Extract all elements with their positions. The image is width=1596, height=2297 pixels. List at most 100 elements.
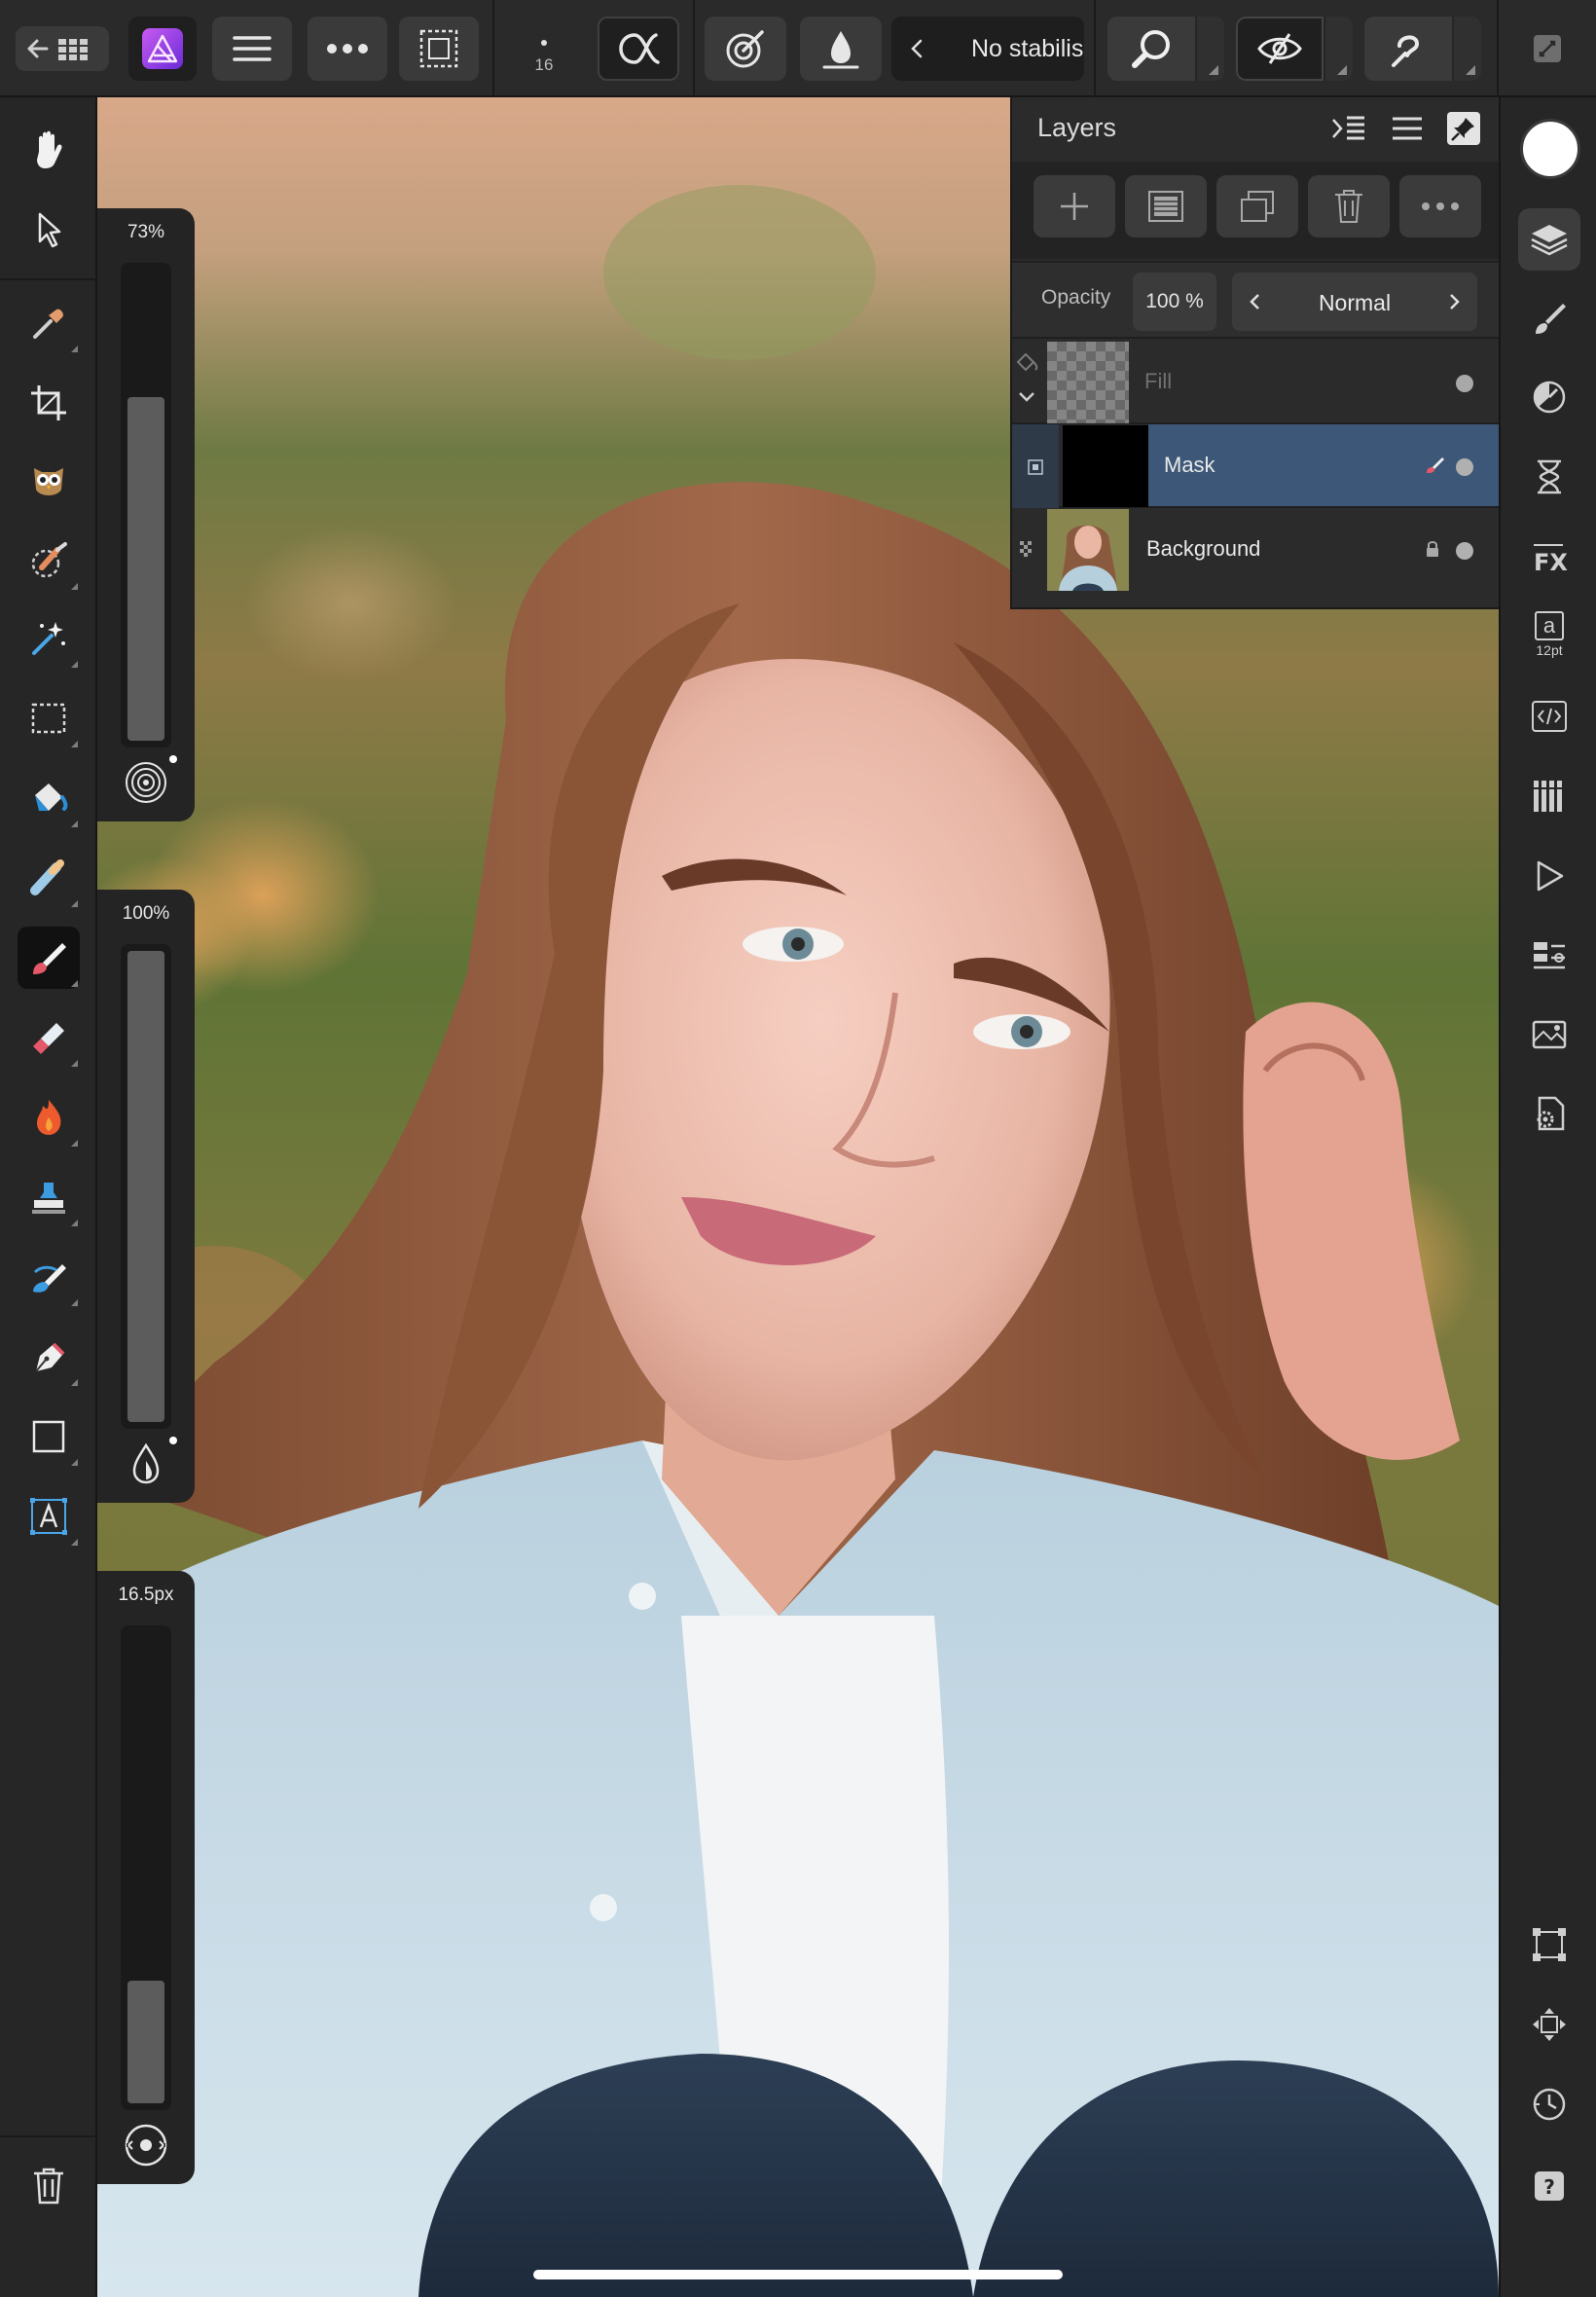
fullscreen-button[interactable] <box>1516 17 1578 81</box>
more-options-button[interactable] <box>308 17 387 81</box>
blend-mode-selector[interactable]: Normal <box>1232 273 1477 331</box>
photo-persona-button[interactable] <box>128 17 197 81</box>
macro-studio-button[interactable] <box>1518 685 1580 747</box>
swatches-studio-button[interactable] <box>1518 925 1580 987</box>
delete-button[interactable] <box>18 2155 80 2217</box>
history-studio-button[interactable] <box>1518 446 1580 508</box>
zoom-options-toggle[interactable] <box>1195 17 1224 81</box>
alpha-button[interactable] <box>598 17 679 81</box>
text-styles-studio-button[interactable]: a 12pt <box>1518 603 1580 666</box>
magic-wand-icon <box>32 622 65 655</box>
transform-studio-button[interactable] <box>1518 1914 1580 1976</box>
channels-studio-button[interactable] <box>1518 765 1580 827</box>
blend-mode-next-button[interactable] <box>1438 286 1469 317</box>
quick-mask-button[interactable] <box>1236 17 1353 81</box>
brush-dynamics-button[interactable] <box>705 17 786 81</box>
width-slider-fill <box>127 1981 164 2103</box>
layer-opacity-value[interactable]: 100 % <box>1133 273 1216 331</box>
back-to-gallery-button[interactable] <box>16 26 109 71</box>
text-tool[interactable] <box>18 1485 80 1548</box>
layers-studio-button[interactable] <box>1518 208 1580 271</box>
alpha-icon <box>619 33 660 64</box>
svg-text:FX: FX <box>1534 549 1568 576</box>
assistant-button[interactable] <box>1364 17 1481 81</box>
add-layer-button[interactable] <box>1034 175 1115 237</box>
trash-icon <box>34 2168 63 2205</box>
rectangle-marquee-icon <box>31 703 66 734</box>
gradient-tool[interactable] <box>18 847 80 909</box>
duplicate-icon <box>1241 191 1274 222</box>
shape-tool[interactable] <box>18 1405 80 1468</box>
assets-studio-button[interactable] <box>1518 1082 1580 1145</box>
layer-row-fill[interactable]: Fill <box>1012 341 1499 424</box>
toolbar-separator <box>693 0 695 97</box>
tools-divider <box>0 278 97 280</box>
adjustments-studio-button[interactable] <box>1518 366 1580 428</box>
layers-panel-collapse-button[interactable] <box>1329 109 1368 148</box>
zoom-button[interactable] <box>1107 17 1224 81</box>
selection-brush-tool[interactable] <box>18 450 80 512</box>
quick-mask-options-toggle[interactable] <box>1324 17 1353 81</box>
list-settings-icon <box>1534 942 1565 969</box>
stock-studio-button[interactable] <box>1518 1003 1580 1065</box>
flow-slider[interactable] <box>121 263 171 747</box>
effects-studio-button[interactable]: FX <box>1518 526 1580 588</box>
brushes-studio-button[interactable] <box>1518 288 1580 350</box>
layers-panel-menu-button[interactable] <box>1388 109 1427 148</box>
erase-brush-tool[interactable] <box>18 1006 80 1069</box>
history-clock-button[interactable] <box>1518 2073 1580 2135</box>
home-indicator[interactable] <box>533 2270 1063 2279</box>
code-brackets-icon <box>1532 701 1567 732</box>
pen-tool[interactable] <box>18 1326 80 1388</box>
layer-visibility-toggle[interactable] <box>1456 375 1473 392</box>
opacity-slider[interactable] <box>121 944 171 1429</box>
pen-nib-icon <box>35 1342 65 1372</box>
primary-color-swatch[interactable] <box>1520 119 1580 179</box>
layer-row-background[interactable]: Background <box>1012 508 1499 592</box>
top-toolbar: 16 No stabilis <box>0 0 1596 97</box>
clone-stamp-icon <box>32 1183 65 1214</box>
paint-brush-tool[interactable] <box>18 927 80 989</box>
retouch-brush-tool[interactable] <box>18 1246 80 1308</box>
stabiliser-dropdown[interactable]: No stabilis <box>891 17 1084 81</box>
brush-size-button[interactable]: 16 <box>512 17 576 81</box>
channel-bars-icon <box>1534 781 1565 812</box>
toolbar-separator <box>1497 0 1499 97</box>
move-studio-button[interactable] <box>1518 1993 1580 2056</box>
flame-icon <box>37 1100 61 1135</box>
add-mask-button[interactable] <box>1125 175 1207 237</box>
view-tool[interactable] <box>18 119 80 181</box>
burn-brush-tool[interactable] <box>18 1086 80 1148</box>
svg-text:?: ? <box>1543 2175 1555 2199</box>
eraser-icon <box>33 1023 64 1054</box>
layer-options-button[interactable] <box>1399 175 1481 237</box>
lock-icon[interactable] <box>1425 539 1440 564</box>
navigator-studio-button[interactable] <box>1518 845 1580 907</box>
flood-select-tool[interactable] <box>18 529 80 592</box>
width-slider[interactable] <box>121 1625 171 2110</box>
marquee-tool[interactable] <box>18 687 80 749</box>
selection-menu-button[interactable] <box>399 17 479 81</box>
menu-button[interactable] <box>212 17 292 81</box>
color-picker-tool[interactable] <box>18 292 80 354</box>
crop-tool[interactable] <box>18 372 80 434</box>
assistant-options-toggle[interactable] <box>1452 17 1481 81</box>
clone-brush-tool[interactable] <box>18 1166 80 1228</box>
layer-visibility-toggle[interactable] <box>1456 458 1473 476</box>
wet-edges-button[interactable] <box>800 17 882 81</box>
layers-panel-header: Layers <box>1012 97 1499 160</box>
layers-panel-pin-button[interactable] <box>1444 109 1483 148</box>
move-tool[interactable] <box>18 199 80 261</box>
image-library-icon <box>1532 1020 1567 1049</box>
magic-wand-tool[interactable] <box>18 607 80 670</box>
help-button[interactable]: ? <box>1518 2155 1580 2217</box>
delete-layer-button[interactable] <box>1308 175 1390 237</box>
clock-icon <box>1533 2088 1566 2121</box>
duplicate-layer-button[interactable] <box>1216 175 1298 237</box>
play-triangle-icon <box>1537 860 1564 892</box>
fill-tool[interactable] <box>18 767 80 829</box>
layer-visibility-toggle[interactable] <box>1456 542 1473 560</box>
fill-layer-expand-icon <box>1016 352 1038 402</box>
brush-dot-icon <box>541 40 547 46</box>
layer-row-mask[interactable]: Mask <box>1012 424 1499 508</box>
